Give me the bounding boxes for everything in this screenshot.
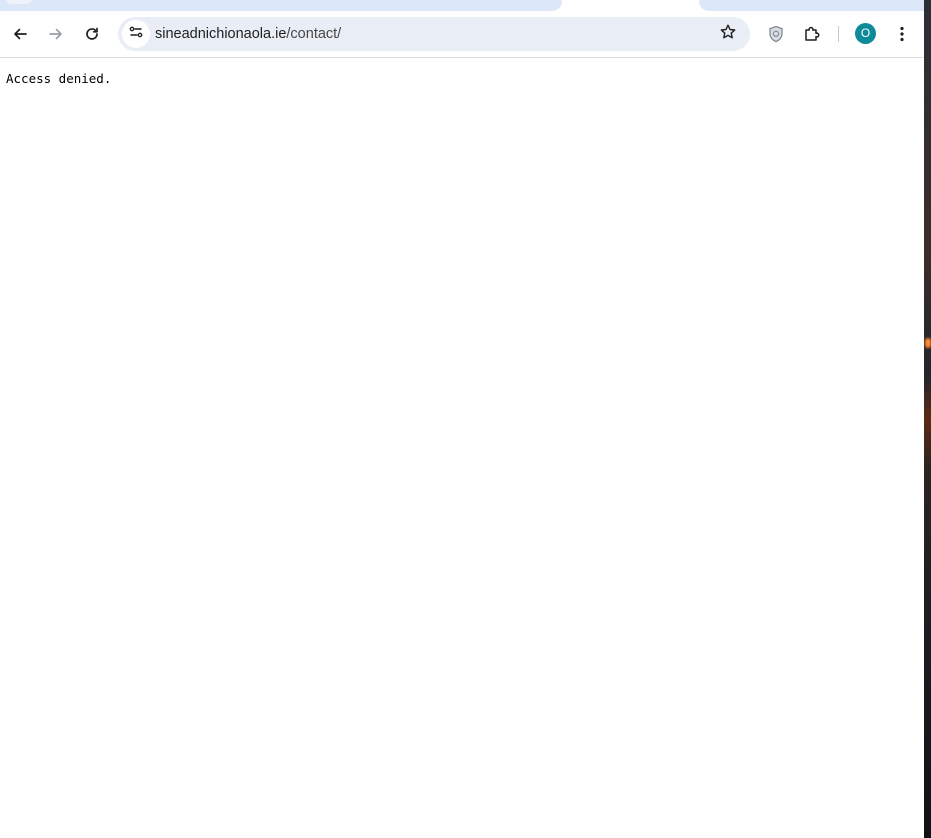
access-denied-message: Access denied. bbox=[6, 71, 112, 86]
browser-toolbar: sineadnichionaola.ie/contact/ O bbox=[0, 11, 924, 58]
browser-window: sineadnichionaola.ie/contact/ O Access d… bbox=[0, 0, 924, 838]
back-button[interactable] bbox=[4, 18, 36, 50]
site-info-button[interactable] bbox=[122, 20, 150, 48]
tune-icon bbox=[128, 24, 144, 45]
tab-inactive-right[interactable] bbox=[699, 0, 924, 11]
tab-inactive-left[interactable] bbox=[0, 0, 562, 11]
extensions-button[interactable] bbox=[796, 18, 828, 50]
address-bar[interactable]: sineadnichionaola.ie/contact/ bbox=[118, 17, 750, 51]
profile-avatar[interactable]: O bbox=[855, 23, 876, 44]
arrow-left-icon bbox=[12, 26, 28, 42]
url-text[interactable]: sineadnichionaola.ie/contact/ bbox=[155, 17, 341, 51]
tab-favicon-area bbox=[6, 0, 32, 4]
bookmark-button[interactable] bbox=[712, 18, 744, 50]
reload-icon bbox=[84, 26, 100, 42]
page-content: Access denied. bbox=[0, 58, 924, 838]
reload-button[interactable] bbox=[76, 18, 108, 50]
puzzle-icon bbox=[803, 25, 821, 43]
extension-shield-button[interactable] bbox=[760, 18, 792, 50]
url-host: sineadnichionaola.ie bbox=[155, 26, 287, 42]
desktop-light-glow bbox=[925, 338, 931, 348]
browser-menu-button[interactable] bbox=[886, 18, 918, 50]
desktop-background-strip bbox=[924, 0, 931, 838]
tab-strip bbox=[0, 0, 924, 11]
url-path: /contact/ bbox=[286, 26, 342, 42]
star-icon bbox=[719, 23, 737, 46]
kebab-menu-icon bbox=[900, 26, 904, 42]
toolbar-divider bbox=[838, 26, 839, 42]
forward-button[interactable] bbox=[40, 18, 72, 50]
shield-icon bbox=[768, 25, 784, 43]
arrow-right-icon bbox=[48, 26, 64, 42]
